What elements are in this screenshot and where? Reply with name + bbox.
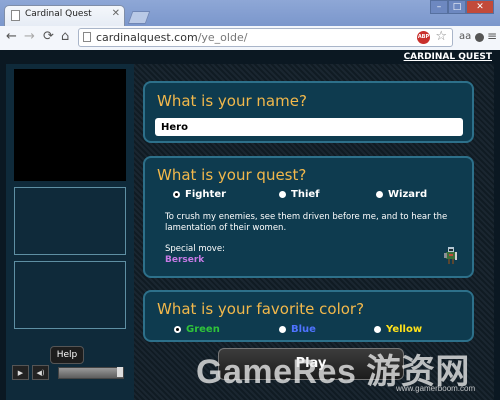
quest-question: What is your quest? <box>157 166 307 184</box>
color-question: What is your favorite color? <box>157 300 365 318</box>
menu-icon[interactable]: ≡ <box>487 29 497 43</box>
color-option-blue[interactable]: Blue <box>279 324 316 335</box>
page-icon <box>83 32 91 42</box>
radio-selected-icon[interactable] <box>174 326 181 333</box>
url-path: /ye_olde/ <box>197 31 248 44</box>
quest-option-label: Thief <box>291 189 320 200</box>
sidebar-slot <box>14 187 126 255</box>
hero-sprite-icon <box>444 247 457 264</box>
minimap <box>14 69 126 181</box>
quest-option-wizard[interactable]: Wizard <box>376 189 427 200</box>
color-option-label: Blue <box>291 324 316 335</box>
site-title-link[interactable]: CARDINAL QUEST <box>404 52 492 62</box>
browser-toolbar: ← → ⟳ ⌂ cardinalquest.com/ye_olde/ ABP ☆… <box>0 26 500 51</box>
audio-controls: ▶ ◀) <box>12 365 124 380</box>
tab-bar: Cardinal Quest ✕ – □ ✕ <box>0 0 500 26</box>
name-question: What is your name? <box>157 92 307 110</box>
translate-icon[interactable]: aa <box>459 31 471 42</box>
quest-panel: What is your quest? Fighter Thief Wizard… <box>143 156 474 278</box>
adblock-icon[interactable]: ABP <box>417 31 430 44</box>
home-icon[interactable]: ⌂ <box>61 29 69 44</box>
new-tab-button[interactable] <box>127 11 151 24</box>
volume-slider[interactable] <box>58 366 124 379</box>
tab-title: Cardinal Quest <box>25 9 92 19</box>
special-move-label: Special move: <box>165 244 225 254</box>
forward-arrow-icon[interactable]: → <box>24 29 35 44</box>
radio-icon[interactable] <box>279 326 286 333</box>
special-move-value: Berserk <box>165 255 205 265</box>
left-sidebar: Help ▶ ◀) <box>6 64 134 400</box>
quest-option-label: Wizard <box>388 189 428 200</box>
watermark-url: www.gamerboom.com <box>396 384 476 393</box>
class-description: To crush my enemies, see them driven bef… <box>165 212 448 233</box>
quest-option-thief[interactable]: Thief <box>279 189 320 200</box>
url-text[interactable]: cardinalquest.com/ye_olde/ <box>96 31 247 44</box>
browser-tab[interactable]: Cardinal Quest ✕ <box>4 5 125 26</box>
color-option-label: Green <box>186 324 220 335</box>
color-panel: What is your favorite color? Green Blue … <box>143 290 474 342</box>
volume-knob[interactable] <box>117 366 123 377</box>
minimize-button[interactable]: – <box>430 0 448 14</box>
name-input[interactable] <box>155 118 463 136</box>
play-music-icon[interactable]: ▶ <box>12 365 29 380</box>
speaker-icon[interactable]: ◀) <box>32 365 49 380</box>
radio-icon[interactable] <box>279 191 286 198</box>
back-arrow-icon[interactable]: ← <box>6 29 17 44</box>
quest-option-label: Fighter <box>185 189 227 200</box>
window-controls: – □ ✕ <box>430 0 494 14</box>
maximize-button[interactable]: □ <box>448 0 466 14</box>
bookmark-star-icon[interactable]: ☆ <box>435 29 447 44</box>
name-panel: What is your name? <box>143 81 474 143</box>
browser-window: Cardinal Quest ✕ – □ ✕ ← → ⟳ ⌂ cardinalq… <box>0 0 500 400</box>
color-option-label: Yellow <box>386 324 423 335</box>
reload-icon[interactable]: ⟳ <box>43 29 54 44</box>
quest-option-fighter[interactable]: Fighter <box>173 189 226 200</box>
help-button[interactable]: Help <box>50 346 84 364</box>
extension-icon[interactable] <box>475 33 484 42</box>
color-option-yellow[interactable]: Yellow <box>374 324 422 335</box>
radio-selected-icon[interactable] <box>173 191 180 198</box>
sidebar-slot <box>14 261 126 329</box>
page-icon <box>11 10 20 21</box>
url-host: cardinalquest.com <box>96 31 198 44</box>
address-bar[interactable]: cardinalquest.com/ye_olde/ ABP ☆ <box>78 28 453 47</box>
close-window-button[interactable]: ✕ <box>466 0 494 14</box>
radio-icon[interactable] <box>374 326 381 333</box>
color-option-green[interactable]: Green <box>174 324 220 335</box>
radio-icon[interactable] <box>376 191 383 198</box>
close-tab-icon[interactable]: ✕ <box>112 8 120 19</box>
